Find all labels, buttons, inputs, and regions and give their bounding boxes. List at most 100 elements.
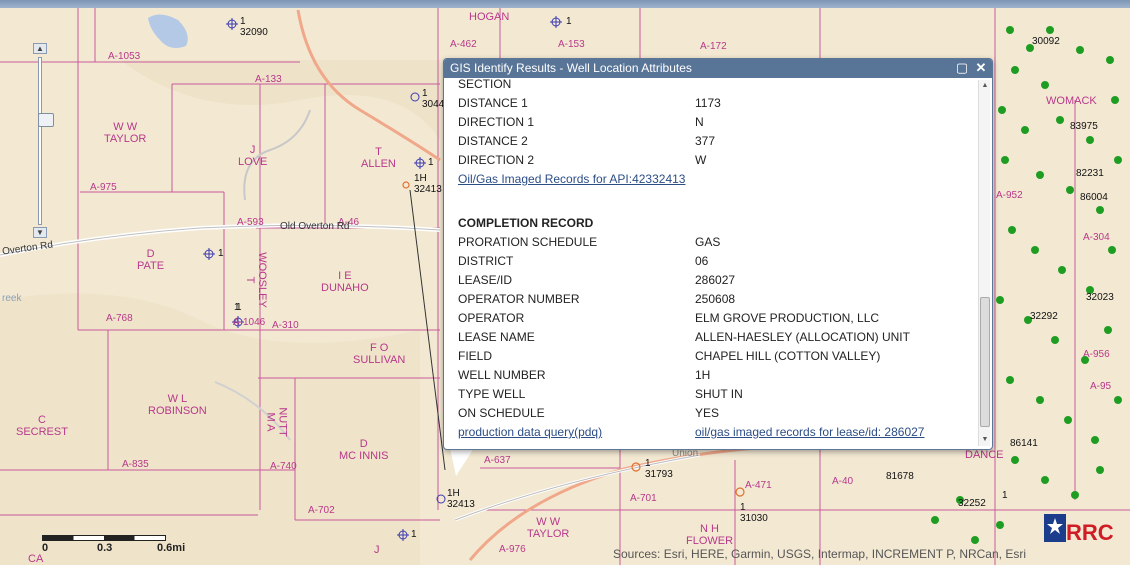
attribute-key: TYPE WELL — [458, 387, 526, 401]
zoom-out-button[interactable]: ▼ — [33, 227, 47, 238]
attribute-key: DIRECTION 2 — [458, 153, 535, 167]
abstract-label: A-952 — [996, 190, 1023, 201]
scale-bar — [42, 535, 166, 541]
well-label: 32252 — [958, 498, 986, 509]
abstract-label: A-1053 — [108, 51, 141, 62]
maximize-button[interactable]: ▢ — [954, 60, 970, 76]
lake — [148, 14, 188, 49]
attribute-row: DIRECTION 2 W — [458, 151, 978, 170]
lease-imaged-records-link[interactable]: oil/gas imaged records for lease/id: 286… — [695, 423, 924, 442]
attribute-value: N — [695, 115, 704, 129]
zoom-in-button[interactable]: ▲ — [33, 43, 47, 54]
road-label: reek — [2, 293, 22, 304]
well-label: 1 — [428, 157, 434, 168]
close-button[interactable]: ✕ — [973, 60, 989, 76]
well-label: 1 3044 — [422, 88, 445, 110]
attribute-row: LEASE/ID 286027 — [458, 271, 978, 290]
well-label: 1 — [236, 302, 242, 313]
abstract-label: A-133 — [255, 74, 282, 85]
attribute-key: DIRECTION 1 — [458, 115, 535, 129]
attribute-key: SECTION — [458, 78, 512, 91]
abstract-label: A-768 — [106, 313, 133, 324]
attribute-row: DISTRICT 06 — [458, 252, 978, 271]
attribute-row: DISTANCE 1 1173 — [458, 94, 978, 113]
survey-label: W W TAYLOR — [104, 121, 147, 145]
scroll-down-icon[interactable]: ▼ — [980, 435, 990, 445]
attribute-value: 1H — [695, 368, 711, 382]
scroll-up-icon[interactable]: ▲ — [980, 81, 990, 91]
scroll-thumb[interactable] — [980, 297, 990, 427]
popup-body: SECTION DISTANCE 1 1173 DIRECTION 1 N DIST… — [444, 78, 979, 449]
attribute-key: FIELD — [458, 349, 493, 363]
scale-label: 0.3 — [97, 542, 113, 554]
completion-record-header: COMPLETION RECORD — [458, 216, 594, 230]
survey-label: HOGAN — [469, 11, 510, 23]
survey-label: F O SULLIVAN — [353, 342, 406, 366]
plus-icon: ▲ — [36, 44, 44, 53]
survey-label: WOOSLEY T — [243, 252, 268, 308]
svg-text:RRC: RRC — [1066, 520, 1114, 545]
attribute-key: DISTANCE 2 — [458, 134, 528, 148]
well-label: 1 — [566, 16, 572, 27]
links-row: production data query(pdq) oil/gas image… — [458, 423, 978, 442]
rrc-logo-icon: RRC — [1044, 514, 1114, 545]
map-attribution: Sources: Esri, HERE, Garmin, USGS, Inter… — [613, 547, 1026, 561]
well-label: 1 32090 — [240, 16, 268, 38]
attribute-row: LEASE NAME ALLEN-HAESLEY (ALLOCATION) UNI… — [458, 328, 978, 347]
abstract-label: A-310 — [272, 320, 299, 331]
survey-label: I E DUNAHO — [321, 270, 369, 294]
well-label: 32023 — [1086, 292, 1114, 303]
survey-label: J LOVE — [238, 144, 268, 168]
abstract-label: A-835 — [122, 459, 149, 470]
attribute-key: DISTANCE 1 — [458, 96, 528, 110]
survey-label: WOMACK — [1046, 95, 1097, 107]
road-label: Old Overton Rd — [280, 221, 350, 232]
attribute-row: OPERATOR ELM GROVE PRODUCTION, LLC — [458, 309, 978, 328]
attribute-row: DIRECTION 1 N — [458, 113, 978, 132]
well-label: 86141 — [1010, 438, 1038, 449]
well-label: 1H 32413 — [414, 173, 442, 195]
survey-label: J — [374, 544, 380, 556]
survey-label: W L ROBINSON — [148, 393, 207, 417]
rrc-logo: RRC — [1044, 512, 1116, 546]
map-canvas[interactable]: HOGAN W W TAYLOR J LOVE T ALLEN D PATE W… — [0, 0, 1130, 565]
well-label: 1 31030 — [740, 502, 768, 524]
production-data-query-link[interactable]: production data query(pdq) — [458, 423, 602, 442]
abstract-label: A-975 — [90, 182, 117, 193]
attribute-value: SHUT IN — [695, 387, 743, 401]
abstract-label: A-471 — [745, 480, 772, 491]
abstract-label: A-637 — [484, 455, 511, 466]
survey-label: DANCE — [965, 449, 1004, 461]
popup-header[interactable]: GIS Identify Results - Well Location Att… — [444, 59, 992, 78]
abstract-label: A-172 — [700, 41, 727, 52]
attribute-row: PRORATION SCHEDULE GAS — [458, 233, 978, 252]
survey-label: N H FLOWER — [686, 523, 734, 547]
attribute-key: ON SCHEDULE — [458, 406, 545, 420]
well-label: 86004 — [1080, 192, 1108, 203]
zoom-slider[interactable]: ▲ ▼ — [33, 43, 54, 238]
well-label: 1 — [218, 248, 224, 259]
completion-header-row: COMPLETION RECORD — [458, 214, 978, 233]
attribute-key: DISTRICT — [458, 254, 514, 268]
abstract-label: A-40 — [832, 476, 854, 487]
imaged-records-api-link[interactable]: Oil/Gas Imaged Records for API:42332413 — [458, 170, 685, 189]
attribute-value: ALLEN-HAESLEY (ALLOCATION) UNIT — [695, 330, 910, 344]
abstract-label: A-701 — [630, 493, 657, 504]
abstract-label: A-956 — [1083, 349, 1110, 360]
attribute-value: GAS — [695, 235, 721, 249]
attribute-key: LEASE/ID — [458, 273, 513, 287]
zoom-thumb[interactable] — [38, 113, 54, 127]
attribute-value: 1173 — [695, 96, 721, 110]
attribute-row: OPERATOR NUMBER 250608 — [458, 290, 978, 309]
abstract-label: A-593 — [237, 217, 264, 228]
survey-label: NUTT M A — [264, 407, 289, 437]
scale-label: 0 — [42, 542, 49, 554]
well-label: 1 — [1002, 490, 1008, 501]
attribute-row: DISTANCE 2 377 — [458, 132, 978, 151]
attribute-value: CHAPEL HILL (COTTON VALLEY) — [695, 349, 881, 363]
well-label: 32292 — [1030, 311, 1058, 322]
close-icon: ✕ — [975, 60, 987, 75]
identify-results-popup: GIS Identify Results - Well Location Att… — [443, 58, 993, 450]
popup-scrollbar[interactable]: ▲ ▼ — [978, 80, 990, 446]
zoom-track[interactable] — [38, 57, 54, 225]
